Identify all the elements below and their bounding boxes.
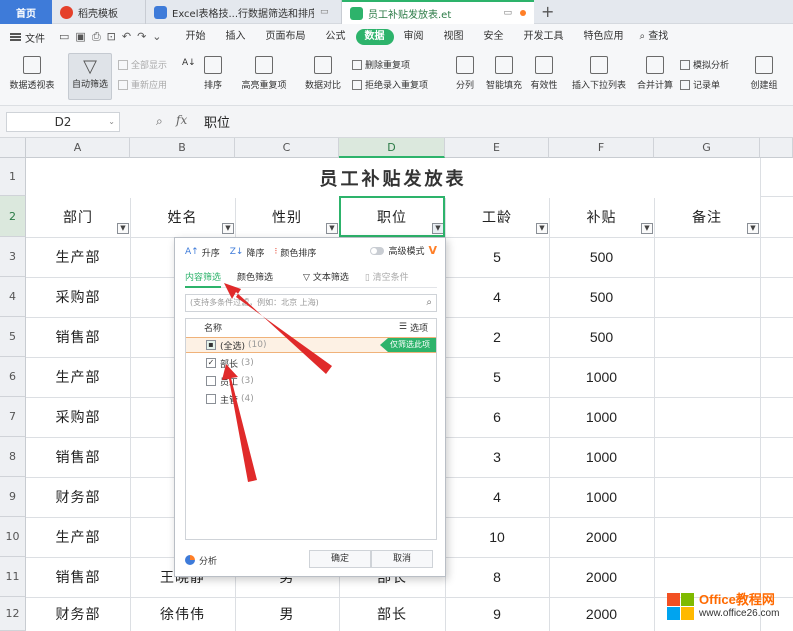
watermark-title: Office教程网 [699, 592, 775, 607]
annotation-arrow-checked-item [222, 364, 257, 482]
office-logo-icon [667, 593, 695, 621]
watermark-url: www.office26.com [699, 608, 780, 619]
annotation-arrows [222, 283, 332, 482]
annotation-arrow-content-filter [224, 283, 332, 374]
watermark: Office教程网 www.office26.com [667, 589, 787, 625]
